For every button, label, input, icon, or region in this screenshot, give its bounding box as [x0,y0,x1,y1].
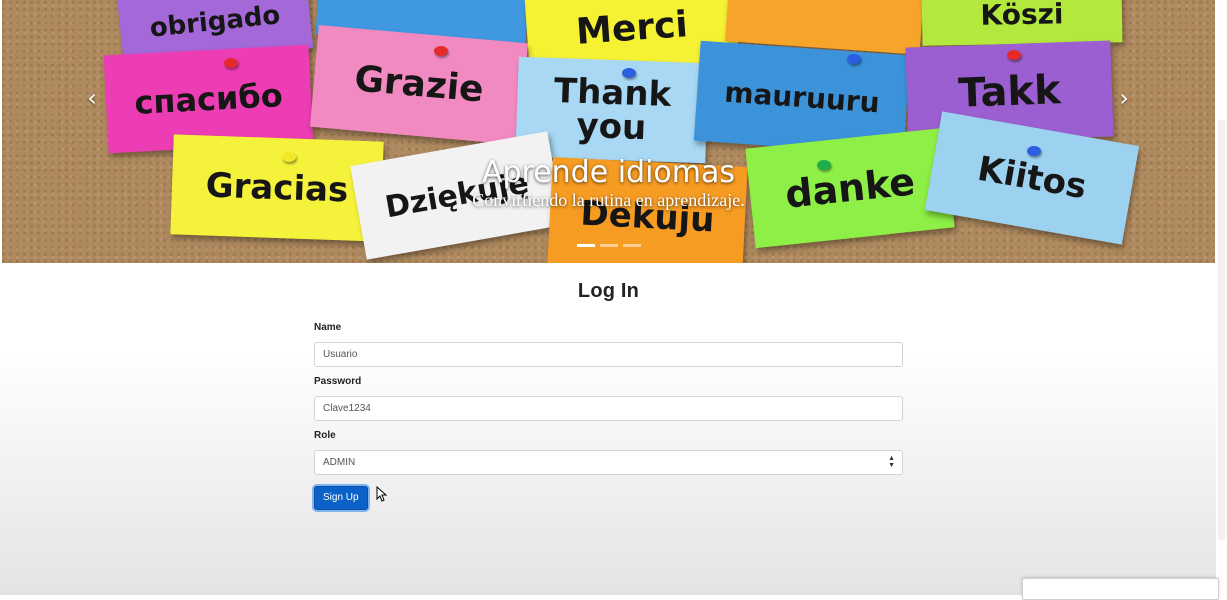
sticky-note-grazie: Grazie [309,25,529,145]
sticky-note-text: mauruuru [723,75,881,120]
carousel-indicator[interactable] [599,244,618,247]
password-group: Password [314,376,903,421]
mouse-cursor-icon [376,486,388,502]
carousel-prev-button[interactable]: ‹ [82,86,102,110]
carousel-indicators [2,244,1215,247]
page-scrollbar[interactable] [1216,0,1227,595]
sticky-note-text: Köszi [980,0,1064,32]
carousel-next-button[interactable]: › [1114,86,1134,110]
image-carousel[interactable]: obrigado Merci Köszi спасибо Grazie Than… [2,0,1215,263]
role-select-value[interactable]: ADMIN [314,450,903,475]
password-input[interactable] [314,396,903,421]
login-form: Name Password Role ADMIN ▲▼ Sign Up [314,322,903,510]
push-pin-icon [847,54,861,64]
name-label: Name [314,322,342,333]
sticky-note-text: Grazie [352,58,486,111]
sign-up-button[interactable]: Sign Up [314,486,368,510]
sticky-note-text: obrigado [148,0,282,44]
carousel-indicator[interactable] [622,244,641,247]
carousel-caption-title: Aprende idiomas [481,155,736,190]
push-pin-icon [224,58,238,68]
chevron-right-icon: › [1119,84,1129,112]
push-pin-icon [434,46,448,56]
name-input[interactable] [314,342,903,367]
carousel-caption: Aprende idiomas Convirtiendo la rutina e… [2,155,1215,211]
sticky-note-koszi: Köszi [921,0,1123,46]
carousel-caption-subtitle: Convirtiendo la rutina en aprendizaje. [472,190,745,210]
name-group: Name [314,322,903,367]
chevron-left-icon: ‹ [87,84,97,112]
role-group: Role ADMIN ▲ ▼ [314,430,903,475]
corner-widget[interactable] [1022,578,1219,600]
scrollbar-thumb[interactable] [1218,120,1225,540]
sticky-note-text: спасибо [133,76,284,122]
push-pin-icon [622,68,636,78]
role-label: Role [314,430,336,441]
push-pin-icon [1007,50,1021,60]
sticky-note-text: Merci [574,4,690,53]
password-label: Password [314,376,362,387]
page-title: Log In [577,280,640,302]
sticky-note-text: Takk [957,67,1062,117]
role-select[interactable]: ADMIN ▲ ▼ [314,450,903,475]
carousel-indicator[interactable] [576,244,595,247]
